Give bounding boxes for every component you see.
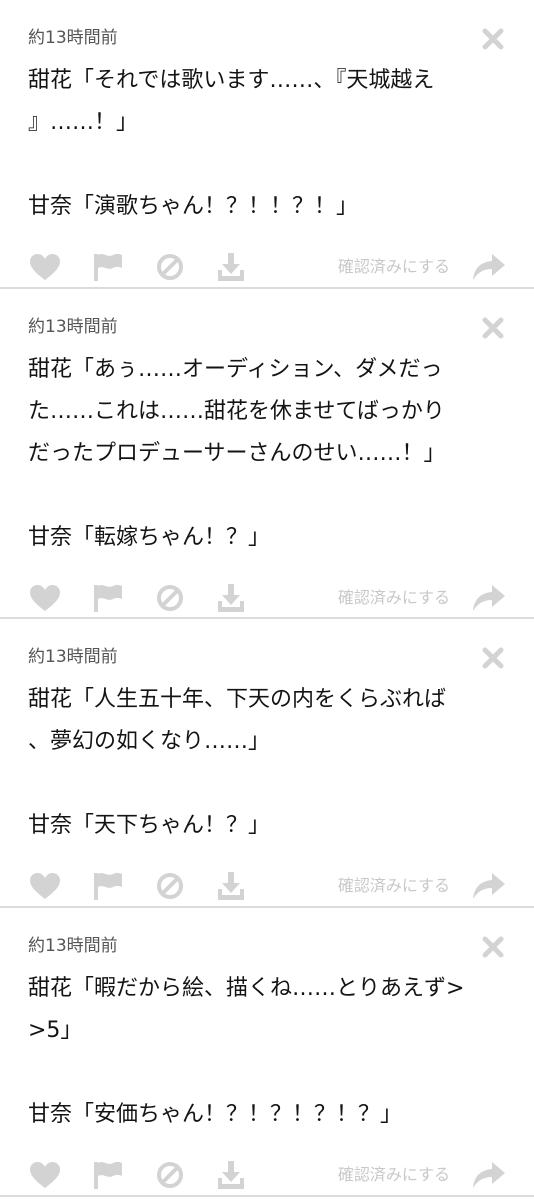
post-card: 約13時間前 甜花「人生五十年、下天の内をくらぶれば 、夢幻の如くなり……」 甘… [0,619,534,908]
share-arrow-icon[interactable] [472,583,506,613]
heart-icon[interactable] [28,869,62,903]
post-actions: 確認済みにする [28,571,506,625]
post-card: 約13時間前 甜花「それでは歌います……、『天城越え 』……！」 甘奈「演歌ちゃ… [0,0,534,289]
share-arrow-icon[interactable] [472,252,506,282]
close-icon[interactable] [482,936,504,958]
share-arrow-icon[interactable] [472,871,506,901]
post-timestamp: 約13時間前 [28,936,118,956]
post-card: 約13時間前 甜花「あぅ……オーディション、ダメだっ た……これは……甜花を休ま… [0,289,534,619]
download-icon[interactable] [214,581,248,615]
confirm-button[interactable]: 確認済みにする [338,257,450,277]
post-feed: 約13時間前 甜花「それでは歌います……、『天城越え 』……！」 甘奈「演歌ちゃ… [0,0,534,1197]
post-timestamp: 約13時間前 [28,647,118,667]
download-icon[interactable] [214,250,248,284]
post-timestamp: 約13時間前 [28,317,118,337]
block-icon[interactable] [154,581,186,615]
flag-icon[interactable] [92,250,124,284]
confirm-button[interactable]: 確認済みにする [338,1165,450,1185]
share-arrow-icon[interactable] [472,1160,506,1190]
close-icon[interactable] [482,647,504,669]
flag-icon[interactable] [92,581,124,615]
post-body: 甜花「あぅ……オーディション、ダメだっ た……これは……甜花を休ませてばっかり … [28,357,446,550]
flag-icon[interactable] [92,1158,124,1192]
post-timestamp: 約13時間前 [28,28,118,48]
download-icon[interactable] [214,1158,248,1192]
confirm-button[interactable]: 確認済みにする [338,588,450,608]
close-icon[interactable] [482,28,504,50]
post-card: 約13時間前 甜花「暇だから絵、描くね……とりあえず> >5」 甘奈「安価ちゃん… [0,908,534,1197]
post-body: 甜花「暇だから絵、描くね……とりあえず> >5」 甘奈「安価ちゃん！？！？！？！… [28,976,465,1127]
post-actions: 確認済みにする [28,240,506,294]
post-body: 甜花「それでは歌います……、『天城越え 』……！」 甘奈「演歌ちゃん！？！！？！… [28,68,435,219]
confirm-button[interactable]: 確認済みにする [338,876,450,896]
post-actions: 確認済みにする [28,859,506,913]
heart-icon[interactable] [28,581,62,615]
block-icon[interactable] [154,250,186,284]
close-icon[interactable] [482,317,504,339]
heart-icon[interactable] [28,250,62,284]
block-icon[interactable] [154,869,186,903]
heart-icon[interactable] [28,1158,62,1192]
flag-icon[interactable] [92,869,124,903]
block-icon[interactable] [154,1158,186,1192]
post-actions: 確認済みにする [28,1148,506,1202]
download-icon[interactable] [214,869,248,903]
post-body: 甜花「人生五十年、下天の内をくらぶれば 、夢幻の如くなり……」 甘奈「天下ちゃん… [28,687,447,838]
